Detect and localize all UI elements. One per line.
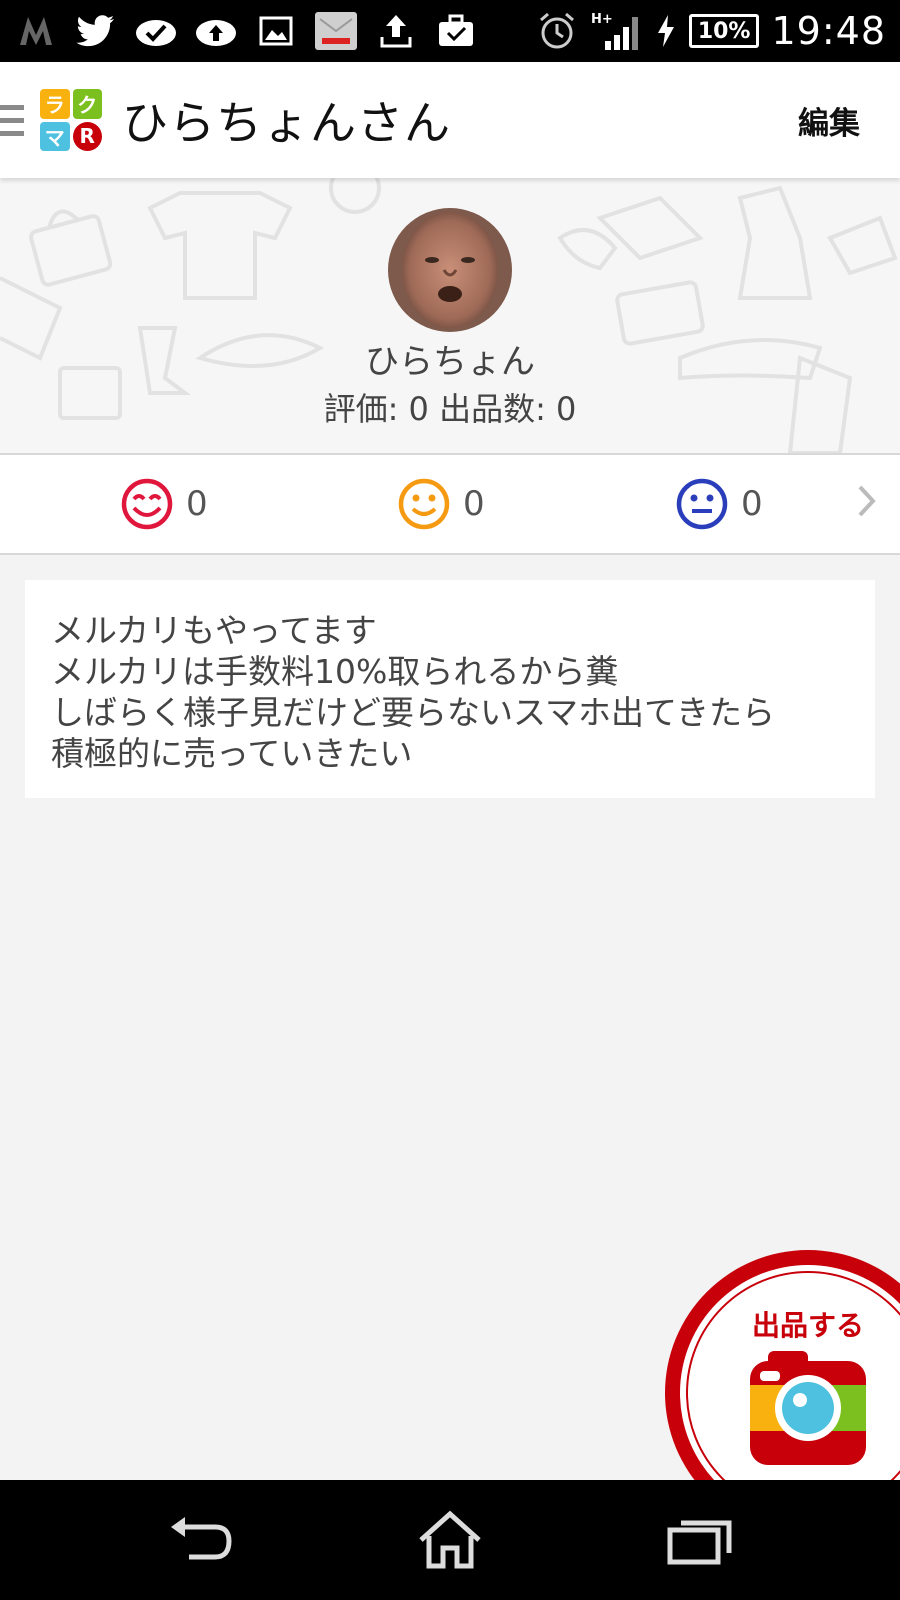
home-icon[interactable] [410,1510,490,1570]
charging-icon [655,11,677,51]
smile-good-icon [121,478,173,530]
smile-normal-icon [398,478,450,530]
image-icon [254,11,298,51]
edit-button[interactable]: 編集 [798,98,860,143]
rating-bad-count: 0 [741,484,763,524]
smile-bad-icon [676,478,728,530]
notification-icons [14,11,478,51]
app-logo[interactable]: ラ ク マ R [40,89,102,151]
bio-line: しばらく様子見だけど要らないスマホ出てきたら [51,693,776,732]
logo-tile: マ [40,121,70,151]
battery-level: 10% [688,14,760,48]
back-icon[interactable] [162,1510,242,1570]
chevron-right-icon[interactable] [856,483,878,523]
system-icons: H+ 10% 19:48 [535,9,886,53]
bio-line: メルカリもやってます [51,611,377,650]
profile-header: ひらちょん 評価: 0 出品数: 0 [0,178,900,455]
twitter-icon [74,11,118,51]
yahoo-mail-icon [314,11,358,51]
upload-icon [374,11,418,51]
svg-text:H+: H+ [591,12,613,27]
bio-line: 積極的に売っていきたい [51,734,413,773]
system-nav-bar [0,1480,900,1600]
rating-good-count: 0 [186,484,208,524]
profile-username: ひらちょん [365,342,535,382]
avatar[interactable] [388,208,512,332]
rating-normal-count: 0 [463,484,485,524]
menu-icon[interactable] [0,62,36,178]
status-bar: H+ 10% 19:48 [0,0,900,62]
bio-card: メルカリもやってます メルカリは手数料10%取られるから糞 しばらく様子見だけど… [25,580,875,798]
rating-bad[interactable]: 0 [675,477,763,531]
briefcase-check-icon [434,11,478,51]
clock: 19:48 [771,9,886,53]
app-bar: ラ ク マ R ひらちょんさん 編集 [0,62,900,178]
signal-icon: H+ [591,11,643,51]
logo-tile: ク [72,89,102,119]
rating-good[interactable]: 0 [120,477,208,531]
bio-line: メルカリは手数料10%取られるから糞 [51,652,619,691]
camera-icon [750,1351,866,1465]
ratings-row[interactable]: 0 0 0 [0,455,900,555]
recent-apps-icon[interactable] [660,1510,740,1570]
rating-normal[interactable]: 0 [397,477,485,531]
alarm-icon [535,11,579,51]
upload-cloud-icon [194,11,238,51]
logo-tile: R [72,121,102,151]
profile-stats: 評価: 0 出品数: 0 [323,390,577,428]
page-title: ひらちょんさん [122,96,451,150]
logo-tile: ラ [40,89,70,119]
m-logo-icon [14,11,58,51]
check-cloud-icon [134,11,178,51]
sell-button[interactable]: 出品する [660,1245,900,1480]
sell-button-label: 出品する [752,1309,864,1342]
